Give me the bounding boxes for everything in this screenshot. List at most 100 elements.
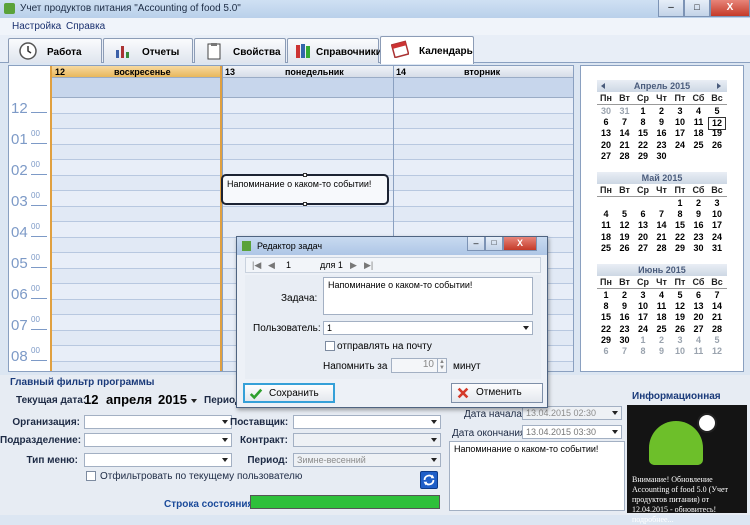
day-cell[interactable]: 30 — [616, 335, 634, 346]
day-header[interactable]: 14 вторник — [394, 66, 573, 78]
day-cell[interactable]: 5 — [708, 335, 726, 346]
day-cell[interactable]: 7 — [616, 117, 634, 128]
day-cell[interactable]: 24 — [634, 324, 652, 335]
time-slot[interactable] — [52, 253, 220, 269]
day-cell[interactable]: 28 — [616, 151, 634, 162]
day-cell[interactable]: 17 — [708, 220, 726, 231]
resize-handle-bottom[interactable] — [303, 202, 307, 206]
day-cell[interactable]: 22 — [634, 140, 652, 151]
time-slot[interactable] — [52, 144, 220, 160]
calendar-event[interactable]: Напоминание о каком-то событии! — [221, 173, 389, 206]
day-cell[interactable]: 2 — [653, 106, 671, 117]
day-cell[interactable]: 26 — [708, 140, 726, 151]
time-slot[interactable] — [52, 237, 220, 253]
maximize-button[interactable]: □ — [684, 0, 710, 17]
day-cell[interactable]: 11 — [690, 117, 708, 128]
time-slot[interactable] — [52, 129, 220, 145]
minimize-button[interactable]: – — [658, 0, 684, 17]
day-cell[interactable]: 1 — [597, 290, 615, 301]
day-cell[interactable]: 9 — [616, 301, 634, 312]
day-cell[interactable]: 16 — [653, 128, 671, 139]
day-cell[interactable]: 17 — [634, 312, 652, 323]
day-cell[interactable]: 2 — [690, 198, 708, 209]
next-month-arrow-icon[interactable] — [717, 83, 721, 89]
day-cell[interactable]: 10 — [671, 346, 689, 357]
day-cell[interactable]: 15 — [671, 220, 689, 231]
day-cell[interactable]: 27 — [597, 151, 615, 162]
day-cell[interactable]: 29 — [634, 151, 652, 162]
task-text-box[interactable]: Напоминание о каком-то событии! — [449, 441, 625, 511]
day-cell[interactable]: 10 — [634, 301, 652, 312]
time-slot[interactable] — [52, 299, 220, 315]
day-cell[interactable]: 31 — [616, 106, 634, 117]
cancel-button[interactable]: Отменить — [451, 383, 543, 403]
day-cell[interactable]: 24 — [708, 232, 726, 243]
day-cell[interactable]: 2 — [616, 290, 634, 301]
day-cell[interactable]: 7 — [616, 346, 634, 357]
day-cell[interactable]: 21 — [616, 140, 634, 151]
day-cell[interactable]: 2 — [653, 335, 671, 346]
day-cell[interactable]: 12 — [671, 301, 689, 312]
time-slot[interactable] — [52, 160, 220, 176]
day-cell[interactable]: 22 — [671, 232, 689, 243]
day-cell[interactable]: 6 — [597, 117, 615, 128]
day-cell[interactable]: 19 — [616, 232, 634, 243]
time-slot[interactable] — [52, 268, 220, 284]
day-cell[interactable]: 16 — [616, 312, 634, 323]
day-cell[interactable]: 14 — [708, 301, 726, 312]
menu-settings[interactable]: Настройка — [12, 21, 61, 32]
time-slot[interactable] — [223, 129, 393, 145]
day-cell[interactable]: 13 — [597, 128, 615, 139]
day-cell[interactable]: 9 — [653, 117, 671, 128]
day-cell[interactable]: 18 — [690, 128, 708, 139]
day-cell[interactable]: 13 — [634, 220, 652, 231]
day-cell[interactable]: 1 — [671, 198, 689, 209]
user-select[interactable]: 1 — [323, 321, 533, 335]
time-slot[interactable] — [52, 191, 220, 207]
day-cell[interactable]: 7 — [653, 209, 671, 220]
day-cell[interactable]: 25 — [597, 243, 615, 254]
first-record-icon[interactable]: |◀ — [252, 260, 261, 271]
prev-month-arrow-icon[interactable] — [601, 83, 605, 89]
time-slot[interactable] — [52, 98, 220, 114]
day-cell[interactable]: 4 — [653, 290, 671, 301]
day-cell[interactable]: 15 — [597, 312, 615, 323]
time-slot[interactable] — [394, 144, 573, 160]
day-cell[interactable]: 4 — [690, 335, 708, 346]
day-cell[interactable]: 13 — [690, 301, 708, 312]
filter-by-user-checkbox[interactable] — [86, 471, 96, 481]
day-cell[interactable]: 6 — [597, 346, 615, 357]
dialog-maximize-button[interactable]: □ — [485, 237, 503, 251]
record-number[interactable]: 1 — [286, 260, 291, 270]
dialog-minimize-button[interactable]: – — [467, 237, 485, 251]
day-cell[interactable]: 6 — [690, 290, 708, 301]
day-cell[interactable]: 30 — [597, 106, 615, 117]
tab-references[interactable]: Справочники — [287, 38, 382, 63]
day-cell[interactable]: 11 — [653, 301, 671, 312]
tab-calendar[interactable]: Календарь — [380, 36, 474, 64]
day-cell[interactable]: 21 — [653, 232, 671, 243]
day-cell[interactable]: 14 — [653, 220, 671, 231]
day-cell[interactable]: 25 — [653, 324, 671, 335]
day-cell[interactable]: 25 — [690, 140, 708, 151]
day-cell[interactable]: 6 — [634, 209, 652, 220]
day-cell[interactable]: 11 — [597, 220, 615, 231]
day-cell[interactable]: 31 — [708, 243, 726, 254]
day-cell[interactable]: 29 — [671, 243, 689, 254]
day-cell[interactable]: 20 — [634, 232, 652, 243]
day-cell[interactable]: 18 — [653, 312, 671, 323]
day-cell[interactable]: 21 — [708, 312, 726, 323]
day-cell[interactable]: 8 — [671, 209, 689, 220]
day-cell[interactable]: 5 — [616, 209, 634, 220]
time-slot[interactable] — [52, 222, 220, 238]
time-slot[interactable] — [52, 361, 220, 371]
day-cell[interactable]: 20 — [597, 140, 615, 151]
day-cell[interactable]: 3 — [708, 198, 726, 209]
time-slot[interactable] — [394, 113, 573, 129]
tab-reports[interactable]: Отчеты — [103, 38, 193, 63]
next-record-icon[interactable]: ▶ — [350, 260, 357, 271]
supplier-select[interactable] — [293, 415, 441, 429]
time-slot[interactable] — [223, 113, 393, 129]
stepper-arrows-icon[interactable]: ▲ ▼ — [437, 359, 446, 372]
pause-icon[interactable] — [697, 413, 717, 433]
